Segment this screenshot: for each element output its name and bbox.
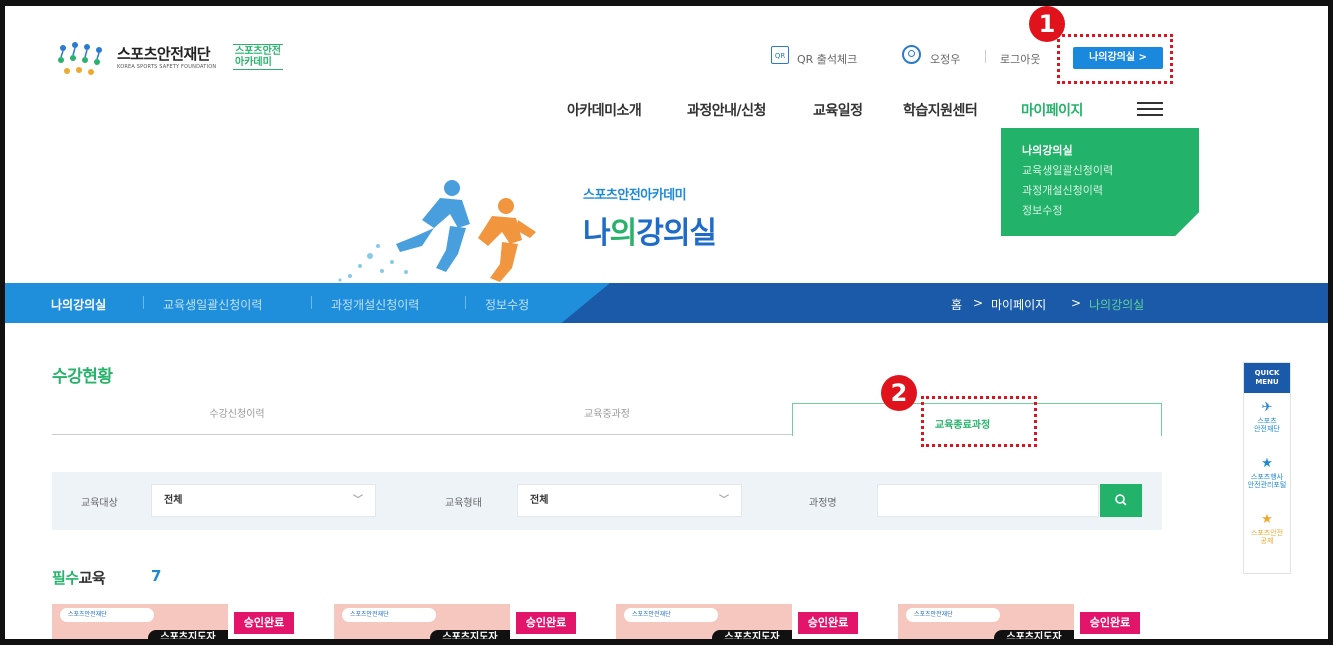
quick-menu-header-line2: MENU — [1255, 378, 1279, 386]
course-card[interactable]: 스포츠안전재단 스포츠지도자 승인완료 — [52, 604, 310, 639]
menu-icon[interactable] — [1137, 102, 1163, 116]
card-logo: 스포츠안전재단 — [624, 608, 718, 622]
nav-learning-support[interactable]: 학습지원센터 — [903, 100, 978, 120]
subnav-edit-info[interactable]: 정보수정 — [485, 296, 529, 313]
hero-title: 나의강의실 — [583, 208, 717, 252]
card-target-tag: 스포츠지도자 — [148, 630, 228, 639]
subnav-divider — [311, 296, 312, 309]
tab-application-history[interactable]: 수강신청이력 — [52, 403, 422, 435]
hero-subtitle: 스포츠안전아카데미 — [583, 188, 687, 203]
subnav-divider — [465, 296, 466, 309]
page: 스포츠안전재단 KOREA SPORTS SAFETY FOUNDATION 스… — [0, 0, 1333, 645]
subnav-course-open-history[interactable]: 과정개설신청이력 — [331, 296, 419, 313]
chevron-down-icon: ﹀ — [719, 495, 729, 506]
course-name-label: 과정명 — [809, 498, 837, 509]
search-button[interactable] — [1100, 484, 1142, 517]
nav-academy-intro[interactable]: 아카데미소개 — [567, 100, 642, 120]
quick-item-line1: 스포츠행사 — [1250, 473, 1284, 481]
user-name[interactable]: 오정우 — [930, 51, 960, 67]
tab-in-progress[interactable]: 교육중과정 — [422, 403, 792, 435]
star-icon: ★ — [1261, 456, 1273, 471]
section-title: 수강현황 — [52, 367, 113, 387]
card-logo: 스포츠안전재단 — [60, 608, 154, 622]
quick-item-line2: 안전관리포털 — [1247, 481, 1287, 489]
course-card[interactable]: 스포츠안전재단 스포츠지도자 승인완료 — [616, 604, 874, 639]
card-status-badge: 승인완료 — [798, 612, 858, 634]
course-name-input[interactable] — [877, 484, 1099, 517]
hero-title-part1: 나 — [583, 216, 611, 251]
nav-schedule[interactable]: 교육일정 — [813, 100, 863, 120]
dropdown-item-edit-info[interactable]: 정보수정 — [1022, 202, 1062, 218]
foundation-name-english: KOREA SPORTS SAFETY FOUNDATION — [117, 64, 217, 70]
breadcrumb-mypage[interactable]: 마이페이지 — [991, 296, 1046, 313]
annotation-marker-1: 1 — [1029, 6, 1065, 42]
card-logo: 스포츠안전재단 — [906, 608, 1000, 622]
quick-menu: QUICK MENU ✈ 스포츠 안전재단 ★ 스포츠행사 안전관리포털 ★ 스… — [1243, 362, 1291, 574]
annotation-marker-2: 2 — [881, 375, 917, 411]
required-title-part1: 필수 — [52, 569, 79, 587]
course-card[interactable]: 스포츠안전재단 스포츠지도자 승인완료 — [898, 604, 1156, 639]
type-select[interactable]: 전체 ﹀ — [517, 484, 742, 517]
breadcrumb-current: 나의강의실 — [1089, 298, 1145, 312]
card-status-badge: 승인완료 — [516, 612, 576, 634]
academy-logo[interactable]: 스포츠안전 아카데미 — [233, 44, 283, 70]
breadcrumb-home[interactable]: 홈 — [951, 296, 962, 313]
annotation-box-2 — [921, 396, 1037, 447]
target-select[interactable]: 전체 ﹀ — [151, 484, 376, 517]
card-target-tag: 스포츠지도자 — [430, 630, 510, 639]
qr-icon[interactable]: QR — [771, 46, 789, 64]
breadcrumb-separator: > — [1071, 296, 1082, 310]
quick-item-foundation[interactable]: ✈ 스포츠 안전재단 — [1244, 400, 1290, 434]
foundation-logo-icon[interactable] — [55, 40, 107, 80]
mypage-dropdown: 나의강의실 교육생일괄신청이력 과정개설신청이력 정보수정 — [1001, 128, 1199, 236]
foundation-name[interactable]: 스포츠안전재단 — [117, 43, 211, 64]
dropdown-item-my-classroom[interactable]: 나의강의실 — [1022, 142, 1073, 158]
quick-item-line1: 스포츠안전 — [1250, 529, 1284, 537]
type-select-value: 전체 — [530, 495, 549, 506]
hero-title-part3: 강의실 — [636, 216, 717, 251]
nav-course-guide[interactable]: 과정안내/신청 — [687, 100, 766, 120]
card-logo: 스포츠안전재단 — [342, 608, 436, 622]
dropdown-item-course-open-history[interactable]: 과정개설신청이력 — [1022, 182, 1103, 198]
card-target-tag: 스포츠지도자 — [994, 630, 1074, 639]
breadcrumb-separator: > — [973, 296, 984, 310]
subnav-my-classroom[interactable]: 나의강의실 — [51, 296, 106, 313]
subnav-divider — [143, 296, 144, 309]
annotation-box-1 — [1057, 34, 1173, 84]
subnav-bulk-history[interactable]: 교육생일괄신청이력 — [163, 296, 262, 313]
target-select-value: 전체 — [164, 495, 183, 506]
quick-item-line2: 공제 — [1260, 537, 1274, 545]
search-icon — [1115, 494, 1127, 506]
quick-menu-header: QUICK MENU — [1244, 363, 1290, 393]
dropdown-item-bulk-history[interactable]: 교육생일괄신청이력 — [1022, 162, 1113, 178]
utility-divider — [985, 50, 986, 63]
quick-item-line1: 스포츠 — [1257, 417, 1277, 425]
required-title-part2: 교육 — [78, 569, 106, 587]
hero-title-part2: 의 — [609, 216, 638, 251]
type-label: 교육형태 — [445, 498, 482, 509]
required-education-title: 필수교육 — [52, 567, 106, 588]
academy-logo-line1: 스포츠안전 — [235, 46, 281, 57]
required-education-count: 7 — [151, 567, 162, 585]
star-icon: ★ — [1261, 512, 1273, 527]
quick-item-event-portal[interactable]: ★ 스포츠행사 안전관리포털 — [1244, 456, 1290, 490]
card-target-tag: 스포츠지도자 — [712, 630, 792, 639]
quick-item-insurance[interactable]: ★ 스포츠안전 공제 — [1244, 512, 1290, 546]
chevron-down-icon: ﹀ — [353, 495, 363, 506]
quick-item-line2: 안전재단 — [1254, 425, 1280, 433]
logout-link[interactable]: 로그아웃 — [1000, 51, 1040, 67]
user-icon — [902, 45, 921, 64]
card-status-badge: 승인완료 — [1080, 612, 1140, 634]
course-card[interactable]: 스포츠안전재단 스포츠지도자 승인완료 — [334, 604, 592, 639]
academy-logo-line2: 아카데미 — [235, 57, 272, 68]
runners-illustration — [338, 180, 536, 282]
card-status-badge: 승인완료 — [234, 612, 294, 634]
target-label: 교육대상 — [81, 498, 118, 509]
quick-menu-header-line1: QUICK — [1254, 369, 1280, 377]
nav-mypage[interactable]: 마이페이지 — [1021, 100, 1083, 120]
qr-checkin-link[interactable]: QR 출석체크 — [797, 51, 857, 67]
runner-icon: ✈ — [1261, 400, 1273, 415]
